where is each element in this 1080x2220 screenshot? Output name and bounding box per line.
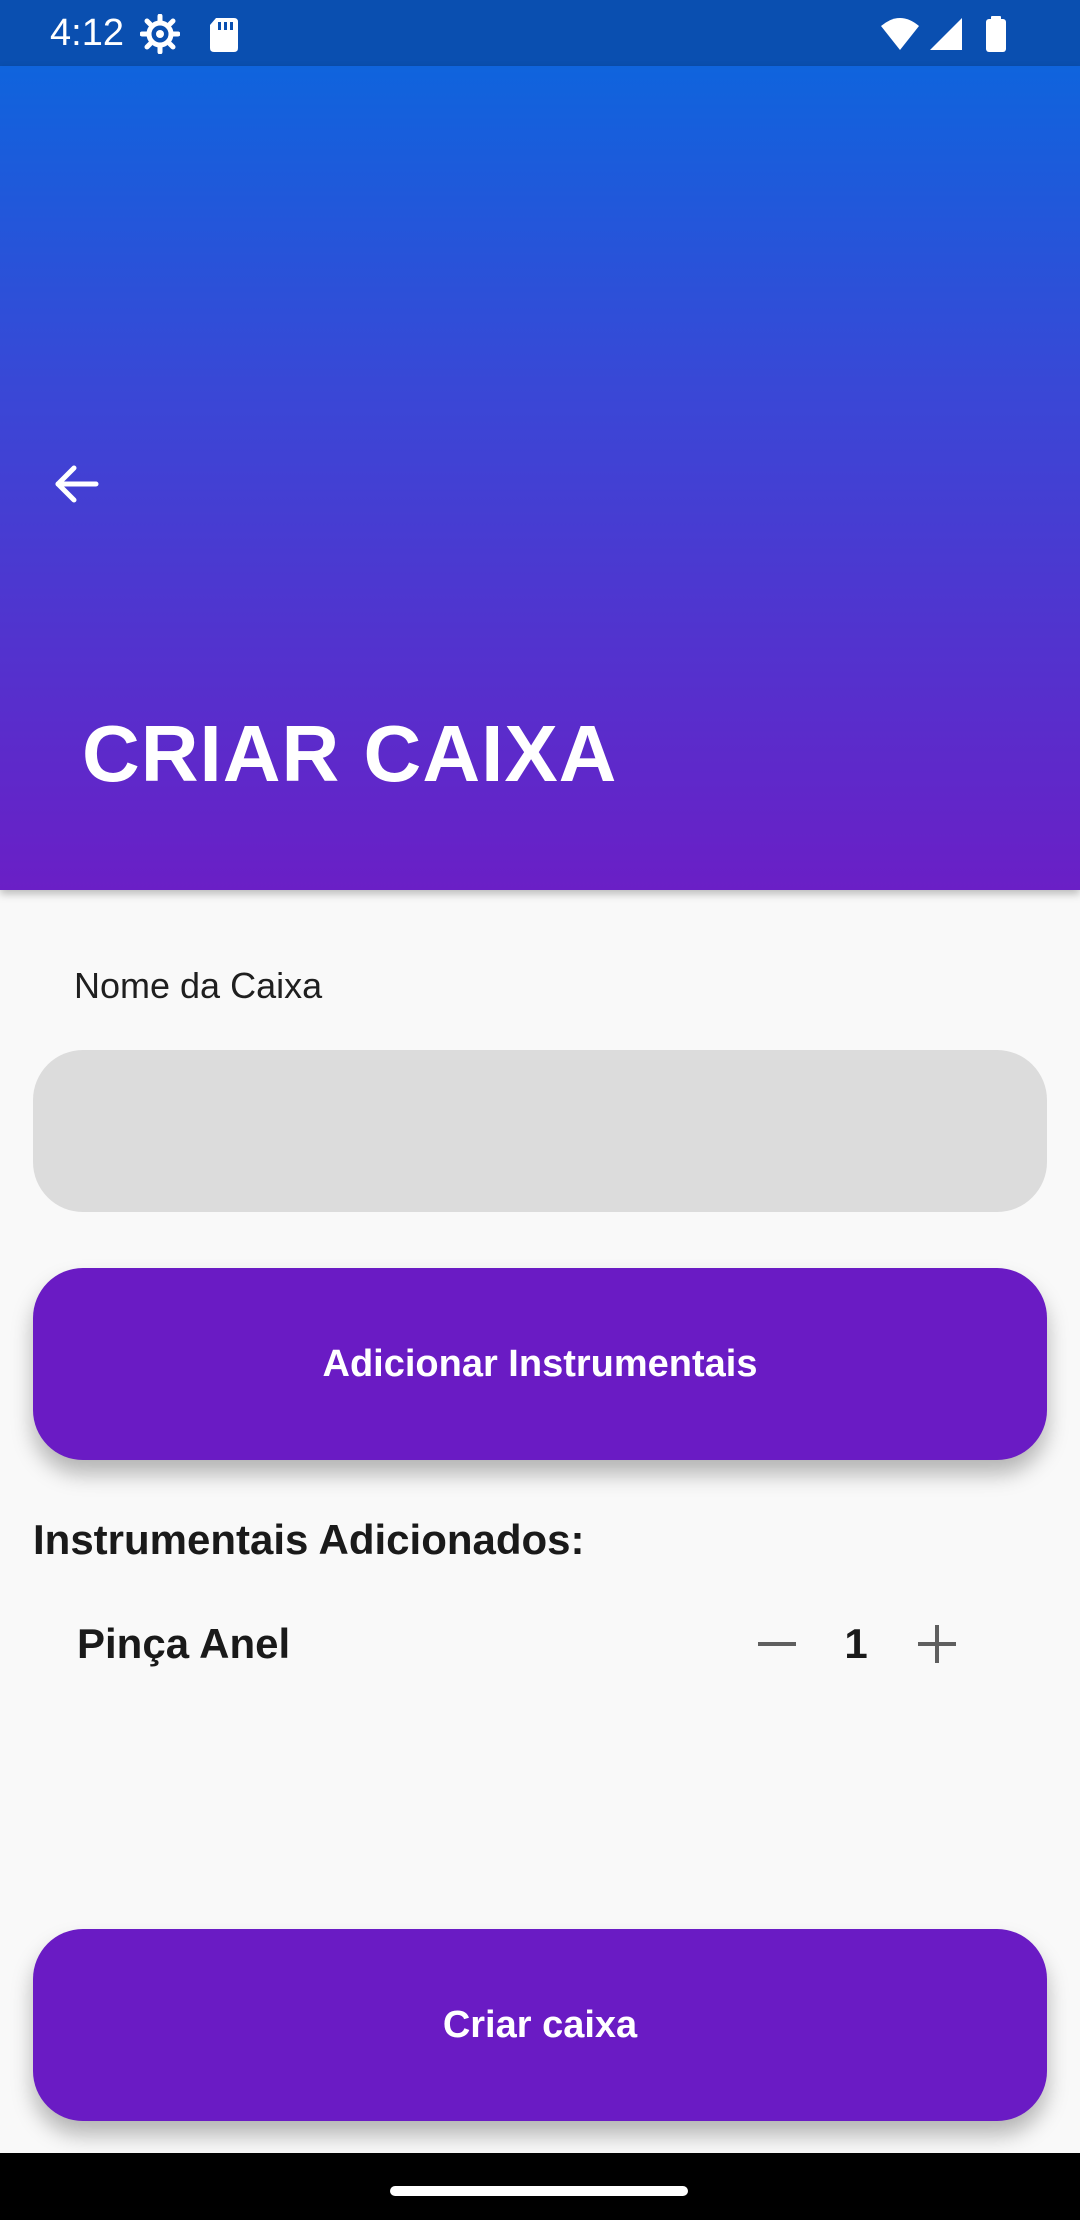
page-title: CRIAR CAIXA [82, 709, 618, 798]
quantity-value: 1 [844, 1620, 868, 1667]
signal-icon [926, 14, 966, 54]
wifi-icon [880, 14, 920, 54]
add-instruments-button[interactable]: Adicionar Instrumentais [33, 1268, 1047, 1460]
navigation-bar [0, 2153, 1080, 2220]
status-bar: 4:12 [0, 0, 1080, 66]
arrow-back-icon [50, 458, 102, 515]
box-name-label: Nome da Caixa [74, 965, 323, 1006]
home-indicator[interactable] [390, 2186, 688, 2196]
decrease-quantity-button[interactable] [747, 1616, 807, 1676]
status-time: 4:12 [50, 12, 124, 54]
back-button[interactable] [36, 446, 116, 526]
header: CRIAR CAIXA [0, 66, 1080, 890]
instrument-name: Pinça Anel [77, 1620, 291, 1667]
increase-quantity-button[interactable] [907, 1616, 967, 1676]
minus-icon [755, 1622, 799, 1671]
list-item: Pinça Anel 1 [0, 1610, 1080, 1680]
create-box-button[interactable]: Criar caixa [33, 1929, 1047, 2121]
added-instruments-title: Instrumentais Adicionados: [33, 1516, 585, 1563]
box-name-input[interactable] [33, 1050, 1047, 1212]
create-box-screen: 4:12 CRIAR CAIXA Nome da Caixa Adicionar… [0, 0, 1080, 2220]
sd-card-icon [204, 14, 244, 54]
settings-icon [139, 13, 181, 55]
plus-icon [915, 1622, 959, 1671]
battery-icon [976, 14, 1016, 54]
